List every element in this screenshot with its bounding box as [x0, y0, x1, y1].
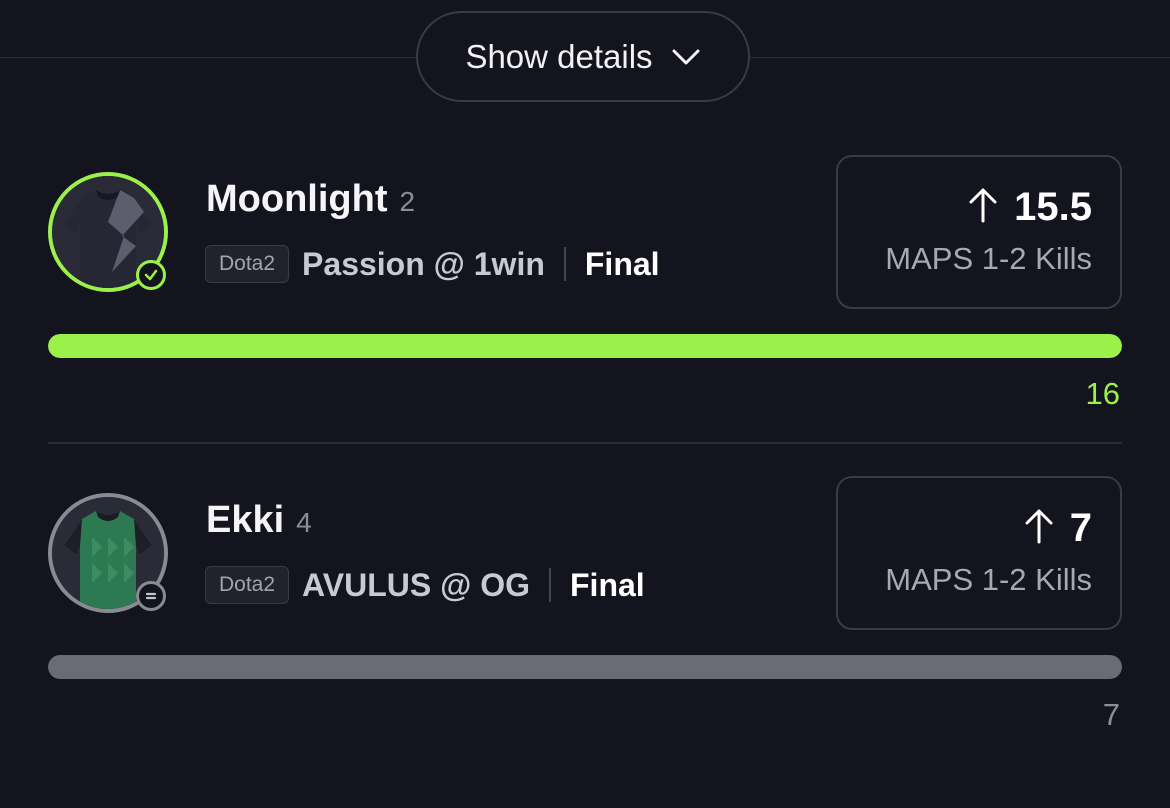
player-pick-count: 2: [399, 186, 416, 217]
player-name-row: Moonlight 2: [206, 178, 415, 221]
progress-fill: [48, 655, 1122, 679]
actual-value: 7: [1102, 697, 1120, 732]
player-name: Ekki: [206, 499, 285, 541]
projection-box[interactable]: 7 MAPS 1-2 Kills: [836, 476, 1122, 630]
match-status: Final: [584, 245, 660, 282]
meta-divider: [563, 247, 566, 281]
match-name: AVULUS @ OG: [302, 566, 530, 603]
match-info-row: Dota2 Passion @ 1win Final: [205, 244, 660, 284]
meta-divider: [549, 568, 551, 602]
line-value: 7: [1069, 506, 1092, 550]
equals-icon: [136, 581, 166, 611]
chevron-down-icon: [671, 48, 701, 66]
projection-box[interactable]: 15.5 MAPS 1-2 Kills: [836, 155, 1122, 309]
player-pick-count: 4: [296, 507, 312, 538]
player-name-row: Ekki 4: [206, 499, 312, 542]
show-details-button[interactable]: Show details: [416, 11, 750, 102]
match-status: Final: [570, 566, 645, 603]
avatar: [48, 172, 168, 292]
up-arrow-icon: [968, 187, 998, 228]
up-arrow-icon: [1024, 508, 1054, 549]
show-details-label: Show details: [465, 37, 653, 75]
match-info-row: Dota2 AVULUS @ OG Final: [205, 565, 645, 605]
match-name: Passion @ 1win: [302, 245, 545, 282]
line-value: 15.5: [1014, 185, 1092, 229]
progress-bar: [48, 334, 1122, 358]
player-name: Moonlight: [206, 178, 388, 220]
game-tag: Dota2: [205, 245, 290, 283]
actual-value: 16: [1085, 376, 1120, 411]
check-icon: [136, 260, 166, 290]
avatar: [48, 493, 168, 613]
pick-separator: [48, 442, 1122, 444]
game-tag: Dota2: [205, 566, 290, 604]
progress-bar: [48, 655, 1122, 679]
progress-fill: [48, 334, 1122, 358]
stat-label: MAPS 1-2 Kills: [885, 241, 1092, 276]
stat-label: MAPS 1-2 Kills: [885, 562, 1092, 597]
